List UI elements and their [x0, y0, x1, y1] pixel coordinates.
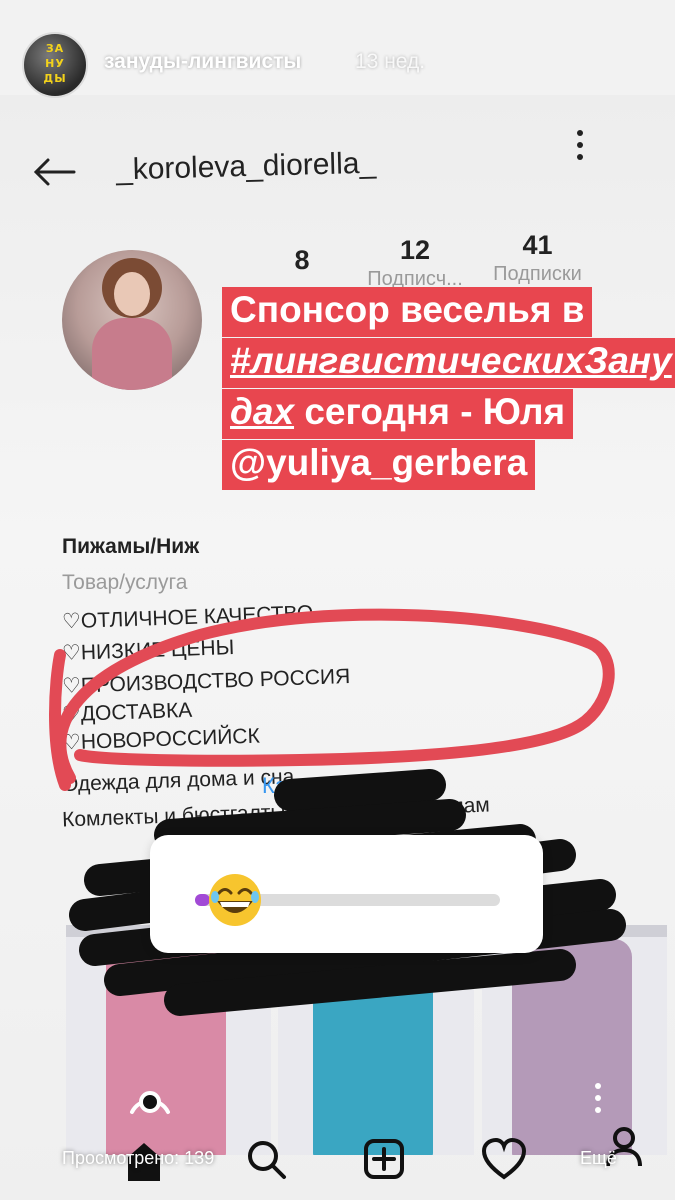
following-count: 41 Подписки	[480, 230, 595, 286]
call-link: Как позвонить	[262, 773, 407, 798]
emoji-slider-sticker[interactable]	[150, 835, 543, 953]
grid-photo-3	[482, 925, 667, 1155]
more-label[interactable]: Ещё	[580, 1148, 617, 1169]
more-vertical-icon	[577, 130, 583, 160]
sticker-line-2: #лингвистическихЗану	[222, 338, 675, 388]
bio-line-3: ♡ПРОИЗВОДСТВО РОССИЯ	[61, 664, 351, 699]
grid-photo-2	[278, 925, 474, 1155]
sticker-hashtag-end: дах	[230, 391, 295, 432]
views-count[interactable]: Просмотрено: 139	[62, 1148, 214, 1169]
more-options-icon[interactable]	[592, 1082, 604, 1114]
search-icon	[248, 1141, 286, 1179]
bio-line-1: ♡ОТЛИЧНОЕ КАЧЕСТВО	[61, 601, 314, 634]
avatar-text-2: НУ	[45, 57, 65, 70]
bio-line-2: ♡НИЗКИЕ ЦЕНЫ	[61, 636, 235, 665]
bio-line-7: Комлекты и бюстгалтыры для будущих мам	[61, 793, 491, 832]
bio-line-5: ♡НОВОРОССИЙСК	[61, 724, 261, 755]
story-avatar[interactable]: ЗА НУ ДЫ	[22, 32, 88, 98]
story-media: _koroleva_diorella_ 8 12 Подписч... 41 П…	[0, 95, 675, 1200]
sticker-line-1: Спонсор веселья в	[222, 287, 593, 337]
following-count-number: 41	[522, 230, 553, 260]
posts-count: 8	[282, 245, 322, 278]
following-count-label: Подписки	[493, 263, 582, 285]
sticker-line-3: дах сегодня - Юля	[222, 389, 574, 439]
followers-count-number: 12	[399, 235, 431, 265]
sticker-mention[interactable]: @yuliya_gerbera	[222, 440, 536, 490]
sticker-today: сегодня - Юля	[304, 391, 566, 432]
laughing-emoji-icon[interactable]	[206, 871, 264, 929]
story-timestamp: 13 нед.	[355, 50, 426, 73]
profile-username: _koroleva_diorella_	[115, 146, 377, 187]
heart-icon	[481, 1137, 527, 1180]
bio-line-4: ♡ДОСТАВКА	[61, 698, 193, 727]
bio-subtype: Товар/услуга	[62, 571, 188, 594]
back-arrow-icon	[33, 158, 76, 186]
grid-photo-1	[66, 925, 271, 1155]
avatar-text-1: ЗА	[45, 42, 65, 55]
story-header: ЗА НУ ДЫ зануды-лингвисты 13 нед.	[0, 0, 675, 120]
new-post-icon	[364, 1139, 404, 1179]
bio-category: Пижамы/Ниж	[62, 535, 200, 558]
posts-count-number: 8	[294, 245, 310, 275]
profile-avatar	[62, 250, 202, 390]
viewers-eye-icon[interactable]	[126, 1078, 174, 1118]
story-username[interactable]: зануды-лингвисты	[104, 50, 301, 74]
sticker-hashtag: #лингвистическихЗану	[230, 340, 672, 381]
followers-count: 12 Подписч...	[360, 235, 470, 291]
avatar-text-3: ДЫ	[43, 72, 67, 85]
